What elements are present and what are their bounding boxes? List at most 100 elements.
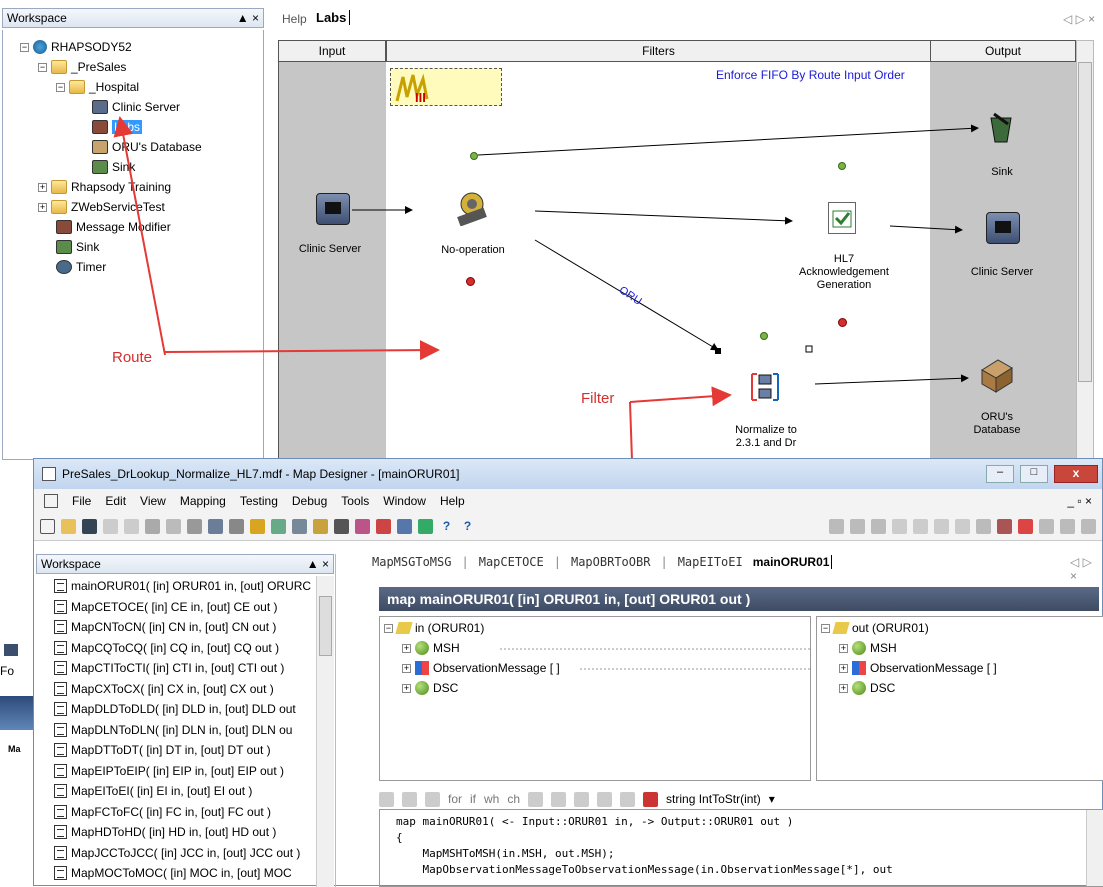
out-node-msh[interactable]: + MSH	[839, 641, 897, 655]
expand-toggle[interactable]: +	[839, 663, 848, 673]
tab-mapobrtoobr[interactable]: MapOBRToOBR	[571, 555, 650, 569]
list-item[interactable]: MapJCCToJCC( [in] JCC in, [out] JCC out …	[36, 843, 314, 864]
minimize-button[interactable]: –	[986, 465, 1014, 483]
in-root-node[interactable]: − in (ORUR01)	[384, 621, 484, 635]
open-folder-icon[interactable]	[61, 519, 76, 534]
insert-for-button[interactable]: for	[448, 792, 462, 806]
scrollbar-thumb[interactable]	[319, 596, 332, 656]
menu-edit[interactable]: Edit	[105, 494, 126, 508]
expand-toggle[interactable]: +	[402, 663, 411, 673]
step-into-icon[interactable]	[913, 519, 928, 534]
stop-icon[interactable]	[997, 519, 1012, 534]
orus-database-output-icon[interactable]	[976, 354, 1016, 394]
maximize-button[interactable]: □	[1020, 465, 1048, 483]
insert-icon[interactable]	[528, 791, 544, 807]
out-node-observation[interactable]: + ObservationMessage [ ]	[839, 661, 997, 675]
list-item[interactable]: MapFCToFC( [in] FC in, [out] FC out )	[36, 802, 314, 823]
insert-choose-button[interactable]: ch	[507, 792, 520, 806]
out-root-node[interactable]: − out (ORUR01)	[821, 621, 929, 635]
sidebar-close-button[interactable]: ▲ ×	[307, 557, 329, 571]
tab-mainorur01[interactable]: mainORUR01	[753, 555, 833, 569]
insert-while-button[interactable]: wh	[484, 792, 499, 806]
collapse-toggle[interactable]: −	[384, 623, 393, 633]
database-icon[interactable]	[313, 519, 328, 534]
step-out-icon[interactable]	[955, 519, 970, 534]
list-item[interactable]: MapDLDToDLD( [in] DLD in, [out] DLD out	[36, 699, 314, 720]
in-node-msh[interactable]: + MSH	[402, 641, 460, 655]
menu-view[interactable]: View	[140, 494, 166, 508]
web-icon[interactable]	[418, 519, 433, 534]
in-node-dsc[interactable]: + DSC	[402, 681, 458, 695]
compile-icon[interactable]	[250, 519, 265, 534]
menu-debug[interactable]: Debug	[292, 494, 327, 508]
step-icon[interactable]	[892, 519, 907, 534]
document-icon[interactable]	[229, 519, 244, 534]
expand-toggle[interactable]: +	[402, 683, 411, 693]
watch-icon[interactable]	[1039, 519, 1054, 534]
cut-icon[interactable]	[145, 519, 160, 534]
menu-file[interactable]: File	[72, 494, 91, 508]
undo-icon[interactable]	[103, 519, 118, 534]
sink-output-icon[interactable]	[986, 110, 1016, 144]
expand-toggle[interactable]: +	[402, 643, 411, 653]
sidebar-scrollbar[interactable]	[316, 576, 334, 887]
paste-icon[interactable]	[187, 519, 202, 534]
expand-toggle[interactable]: +	[839, 643, 848, 653]
watch-icon[interactable]	[1060, 519, 1075, 534]
menu-testing[interactable]: Testing	[240, 494, 278, 508]
list-item[interactable]: MapDTToDT( [in] DT in, [out] DT out )	[36, 740, 314, 761]
list-item[interactable]: MapCTIToCTI( [in] CTI in, [out] CTI out …	[36, 658, 314, 679]
insert-icon[interactable]	[597, 791, 613, 807]
clear-breakpoints-icon[interactable]	[1018, 519, 1033, 534]
insert-icon[interactable]	[402, 791, 417, 807]
new-file-icon[interactable]	[40, 519, 55, 534]
run-icon[interactable]	[271, 519, 286, 534]
collapse-toggle[interactable]: −	[821, 623, 830, 633]
mdi-window-controls[interactable]: _ ▫ ×	[1067, 494, 1092, 508]
properties-icon[interactable]	[208, 519, 223, 534]
debug-icon[interactable]	[871, 519, 886, 534]
normalize-filter-icon[interactable]	[748, 370, 782, 404]
debug-icon[interactable]	[829, 519, 844, 534]
close-button[interactable]: x	[1054, 465, 1098, 483]
list-item[interactable]: MapEIToEI( [in] EI in, [out] EI out )	[36, 781, 314, 802]
code-editor[interactable]: map mainORUR01( <- Input::ORUR01 in, -> …	[379, 809, 1103, 887]
menu-window[interactable]: Window	[383, 494, 426, 508]
watch-icon[interactable]	[1081, 519, 1096, 534]
breakpoint-icon[interactable]	[976, 519, 991, 534]
window-icon[interactable]	[397, 519, 412, 534]
tab-mapeitoei[interactable]: MapEIToEI	[678, 555, 743, 569]
clinic-server-input-icon[interactable]	[316, 193, 350, 225]
step-over-icon[interactable]	[934, 519, 949, 534]
redo-icon[interactable]	[124, 519, 139, 534]
test-icon[interactable]	[292, 519, 307, 534]
list-item[interactable]: MapCQToCQ( [in] CQ in, [out] CQ out )	[36, 638, 314, 659]
list-item[interactable]: MapHDToHD( [in] HD in, [out] HD out )	[36, 822, 314, 843]
tab-mapcetoce[interactable]: MapCETOCE	[479, 555, 544, 569]
settings-icon[interactable]	[334, 519, 349, 534]
insert-icon[interactable]	[379, 791, 394, 807]
list-item[interactable]: MapCXToCX( [in] CX in, [out] CX out )	[36, 679, 314, 700]
help-icon[interactable]: ?	[439, 519, 454, 534]
insert-icon[interactable]	[551, 791, 567, 807]
insert-icon[interactable]	[620, 791, 636, 807]
hl7-ack-filter-icon[interactable]	[828, 202, 856, 234]
tab-nav-arrows[interactable]: ◁ ▷ ×	[1070, 555, 1102, 583]
copy-icon[interactable]	[166, 519, 181, 534]
chevron-down-icon[interactable]: ▾	[769, 792, 775, 806]
list-item[interactable]: MapDLNToDLN( [in] DLN in, [out] DLN ou	[36, 720, 314, 741]
menu-help[interactable]: Help	[440, 494, 465, 508]
map-icon[interactable]	[376, 519, 391, 534]
list-item[interactable]: mainORUR01( [in] ORUR01 in, [out] ORURC	[36, 576, 314, 597]
list-item[interactable]: MapEIPToEIP( [in] EIP in, [out] EIP out …	[36, 761, 314, 782]
list-item[interactable]: MapCNToCN( [in] CN in, [out] CN out )	[36, 617, 314, 638]
code-scrollbar[interactable]	[1086, 810, 1103, 886]
context-help-icon[interactable]: ?	[460, 519, 475, 534]
list-item[interactable]: MapCETOCE( [in] CE in, [out] CE out )	[36, 597, 314, 618]
function-selector[interactable]: string IntToStr(int)	[666, 792, 761, 806]
insert-icon[interactable]	[425, 791, 440, 807]
list-item[interactable]: MapMOCToMOC( [in] MOC in, [out] MOC	[36, 863, 314, 884]
insert-if-button[interactable]: if	[470, 792, 476, 806]
out-node-dsc[interactable]: + DSC	[839, 681, 895, 695]
menu-tools[interactable]: Tools	[341, 494, 369, 508]
